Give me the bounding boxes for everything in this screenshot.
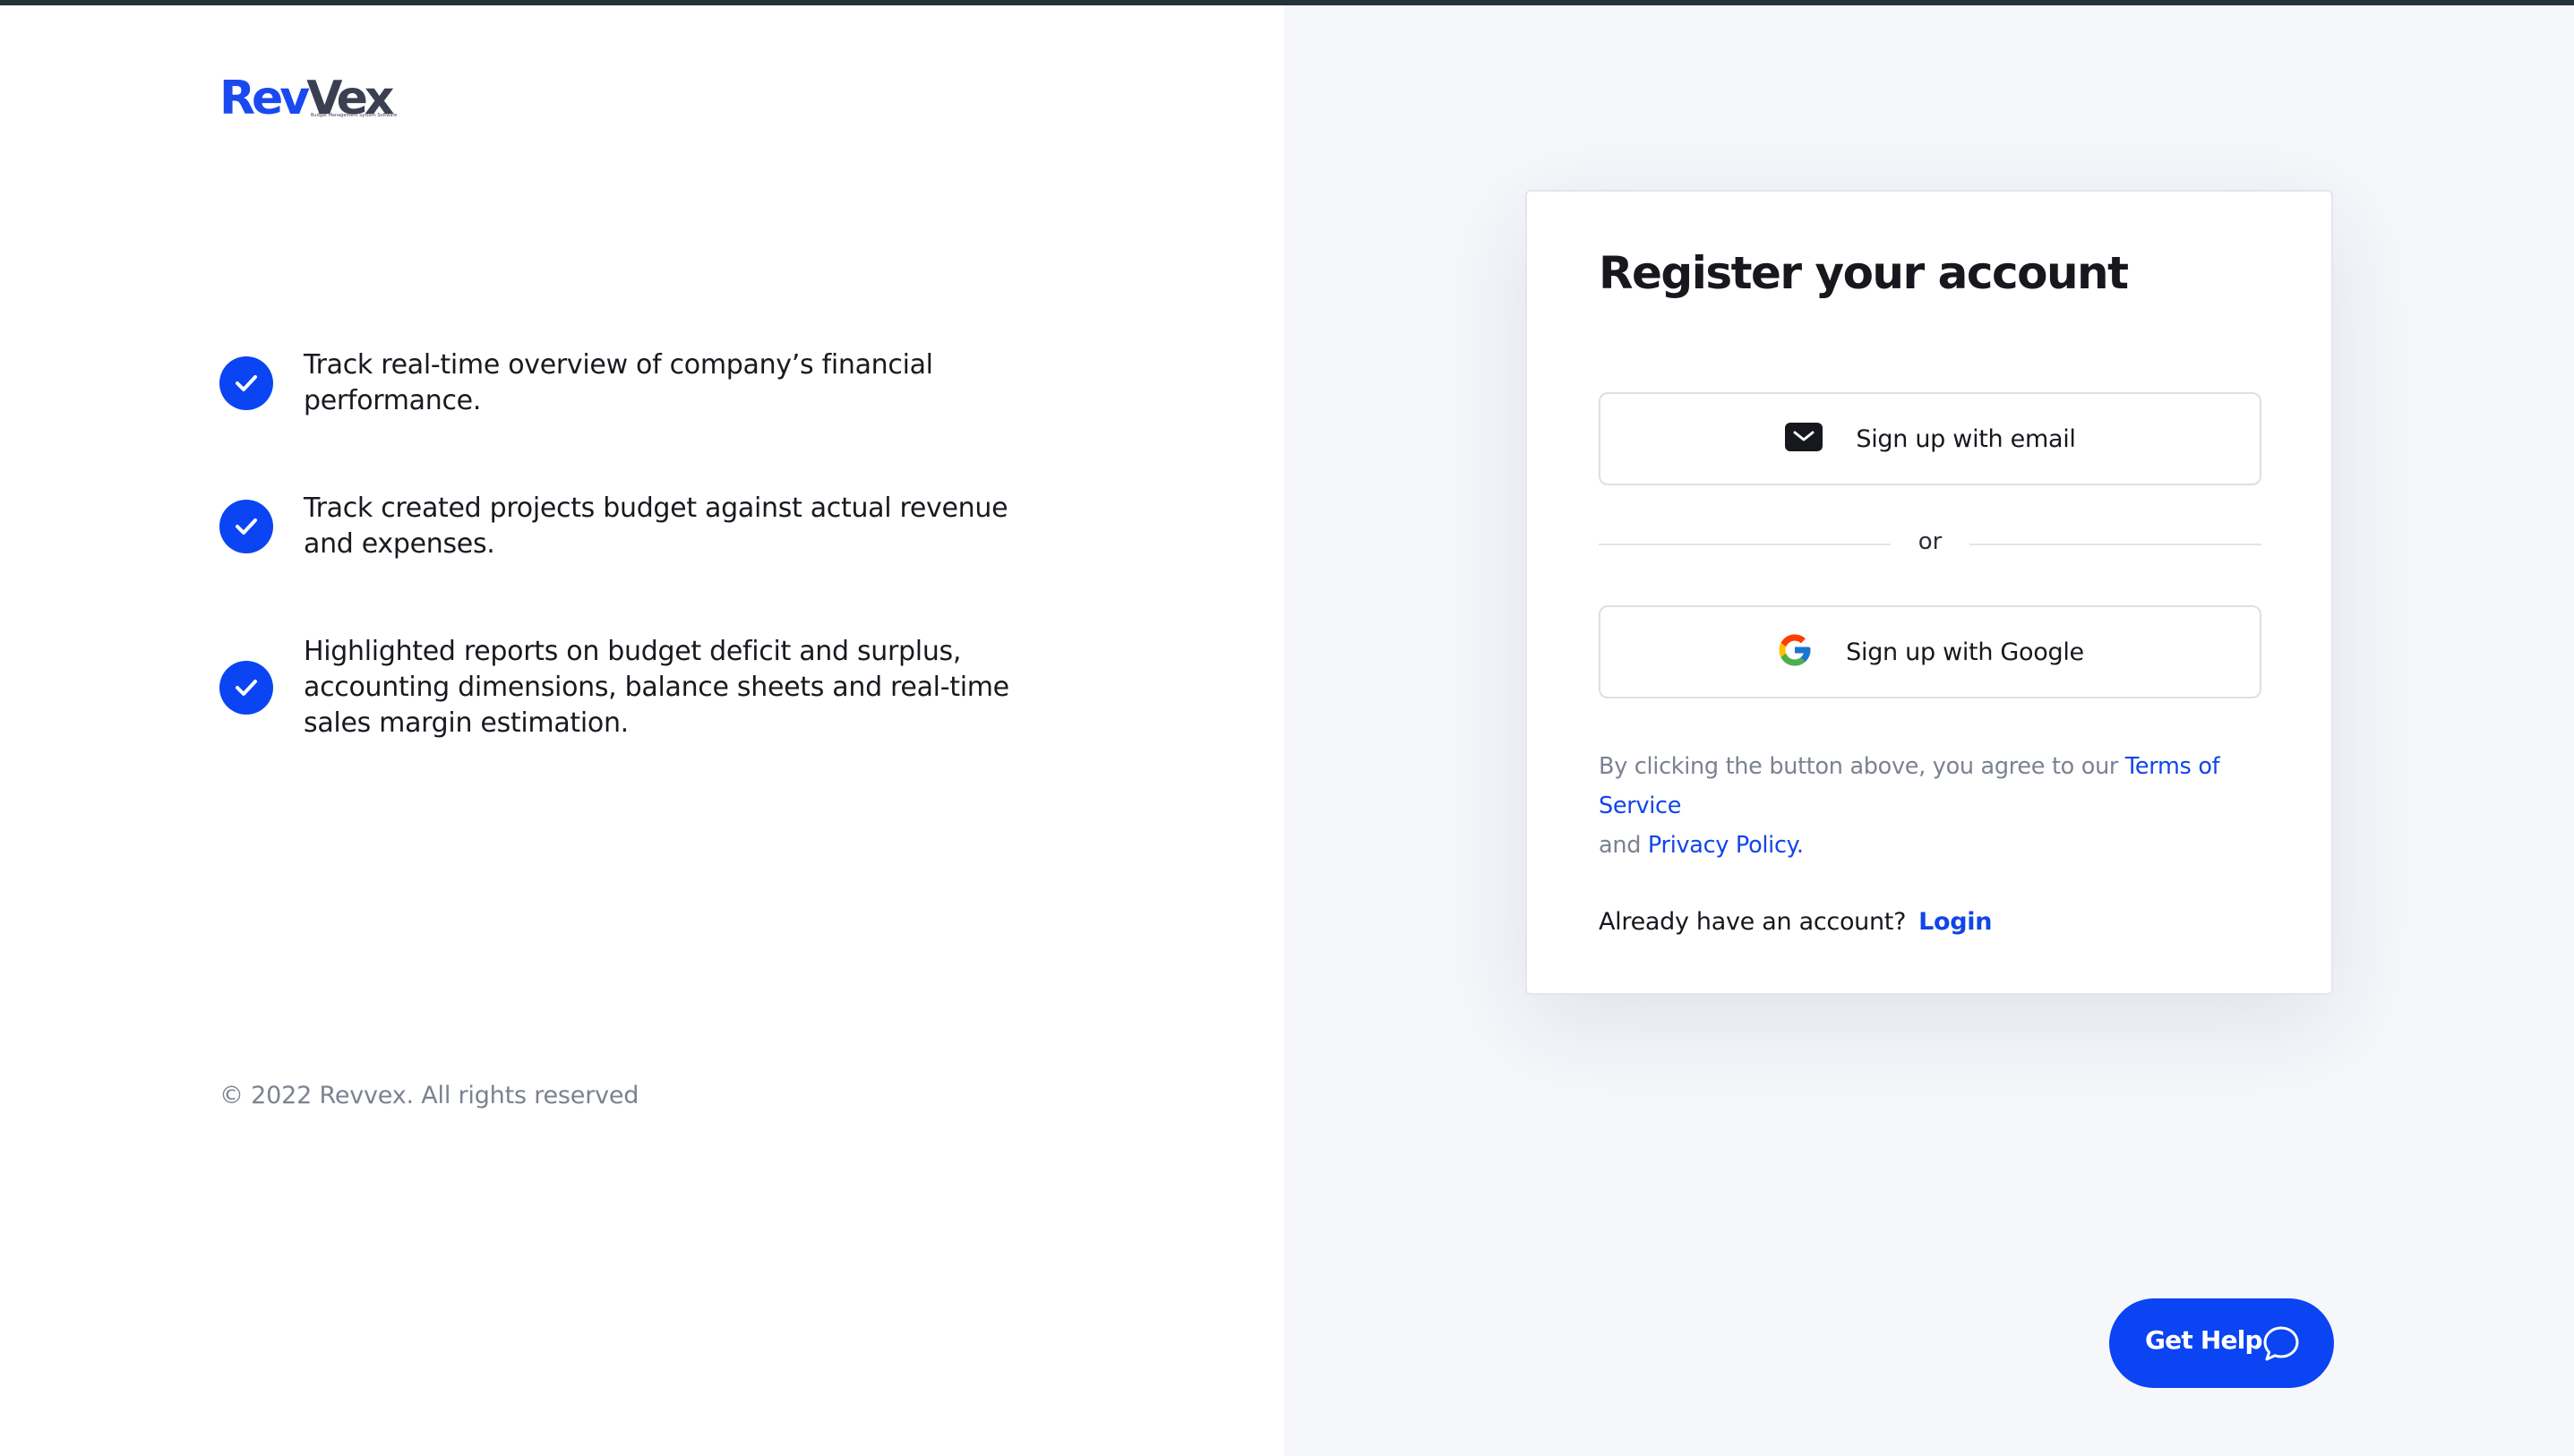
- left-panel: RevVex Budget Management System Software…: [0, 0, 1284, 1456]
- google-button-label: Sign up with Google: [1846, 638, 2084, 666]
- sign-up-with-email-button[interactable]: Sign up with email: [1599, 392, 2261, 485]
- login-link[interactable]: Login: [1918, 908, 1992, 936]
- feature-item: Track created projects budget against ac…: [219, 491, 1061, 571]
- register-card: Register your account Sign up with email…: [1525, 190, 2333, 995]
- login-prompt: Already have an account?: [1599, 908, 1907, 936]
- envelope-icon: [1784, 422, 1823, 456]
- divider-line-right: [1969, 544, 2261, 545]
- check-circle-icon: [219, 661, 273, 715]
- privacy-policy-link[interactable]: Privacy Policy.: [1648, 832, 1804, 859]
- feature-item: Track real-time overview of company’s fi…: [219, 347, 1061, 428]
- check-circle-icon: [219, 500, 273, 553]
- feature-text: Track created projects budget against ac…: [304, 492, 1008, 560]
- check-circle-icon: [219, 356, 273, 410]
- top-accent-bar: [0, 0, 2574, 5]
- logo-wordmark-rev: Rev: [219, 72, 310, 125]
- get-help-button[interactable]: Get Help: [2109, 1298, 2334, 1388]
- card-title: Register your account: [1599, 247, 2129, 299]
- logo-tagline: Budget Management System Software: [311, 113, 398, 118]
- login-row: Already have an account? Login: [1599, 908, 1992, 936]
- divider-or-text: or: [1918, 528, 1943, 555]
- feature-text: Track real-time overview of company’s fi…: [304, 349, 933, 416]
- sign-up-with-google-button[interactable]: Sign up with Google: [1599, 605, 2261, 698]
- divider-line-left: [1599, 544, 1891, 545]
- terms-prefix: By clicking the button above, you agree …: [1599, 753, 2125, 780]
- google-icon: [1776, 631, 1814, 672]
- email-button-label: Sign up with email: [1856, 424, 2076, 453]
- revvex-logo[interactable]: RevVex Budget Management System Software: [219, 72, 399, 131]
- feature-item: Highlighted reports on budget deficit an…: [219, 634, 1061, 750]
- terms-text: By clicking the button above, you agree …: [1599, 747, 2279, 865]
- copyright-text: © 2022 Revvex. All rights reserved: [219, 1082, 639, 1109]
- get-help-label: Get Help: [2145, 1325, 2263, 1355]
- feature-text: Highlighted reports on budget deficit an…: [304, 636, 1009, 739]
- terms-middle: and: [1599, 832, 1648, 859]
